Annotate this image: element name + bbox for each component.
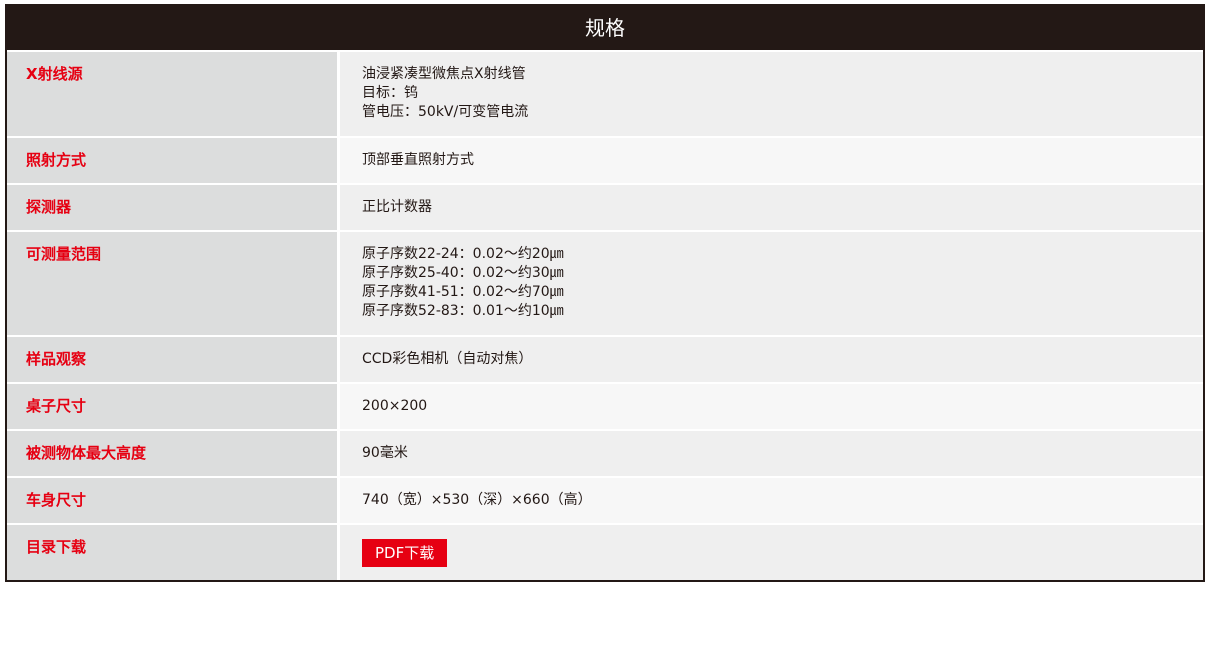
spec-value: 正比计数器 [340,185,1203,230]
spec-value: 200×200 [340,384,1203,429]
spec-value: CCD彩色相机（自动对焦） [340,337,1203,382]
spec-value-line: 管电压：50kV/可变管电流 [362,104,529,120]
spec-value: 740（宽）×530（深）×660（高） [340,478,1203,523]
spec-label: 被测物体最大高度 [7,431,340,476]
spec-row-irradiation: 照射方式 顶部垂直照射方式 [7,136,1203,183]
spec-row-xray-source: X射线源 油浸紧凑型微焦点X射线管 目标：钨 管电压：50kV/可变管电流 [7,50,1203,136]
spec-label: 探测器 [7,185,340,230]
pdf-download-button[interactable]: PDF下载 [362,539,448,567]
spec-row-detector: 探测器 正比计数器 [7,183,1203,230]
spec-value-line: 740（宽）×530（深）×660（高） [362,492,592,508]
spec-value-line: 顶部垂直照射方式 [362,152,474,168]
spec-row-max-height: 被测物体最大高度 90毫米 [7,429,1203,476]
spec-value-line: 正比计数器 [362,199,432,215]
spec-value: PDF下载 [340,525,1203,580]
spec-row-body-size: 车身尺寸 740（宽）×530（深）×660（高） [7,476,1203,523]
spec-value: 90毫米 [340,431,1203,476]
spec-value-line: CCD彩色相机（自动对焦） [362,351,533,367]
spec-value: 原子序数22-24：0.02～约20㎛ 原子序数25-40：0.02～约30㎛ … [340,232,1203,335]
spec-value-line: 原子序数41-51：0.02～约70㎛ [362,284,564,300]
spec-label: 目录下载 [7,525,340,580]
spec-row-sample-observation: 样品观察 CCD彩色相机（自动对焦） [7,335,1203,382]
spec-label: 车身尺寸 [7,478,340,523]
spec-label: 可测量范围 [7,232,340,335]
spec-value-line: 油浸紧凑型微焦点X射线管 [362,66,526,82]
spec-value-line: 原子序数52-83：0.01～约10㎛ [362,303,564,319]
spec-value-line: 原子序数22-24：0.02～约20㎛ [362,246,564,262]
spec-label: 桌子尺寸 [7,384,340,429]
spec-value-line: 目标：钨 [362,85,418,101]
spec-value-line: 90毫米 [362,445,408,461]
spec-label: 照射方式 [7,138,340,183]
spec-label: X射线源 [7,52,340,136]
spec-table: 规格 X射线源 油浸紧凑型微焦点X射线管 目标：钨 管电压：50kV/可变管电流… [5,4,1205,582]
spec-row-catalog-download: 目录下载 PDF下载 [7,523,1203,580]
spec-value-line: 200×200 [362,398,428,414]
spec-value: 油浸紧凑型微焦点X射线管 目标：钨 管电压：50kV/可变管电流 [340,52,1203,136]
spec-row-table-size: 桌子尺寸 200×200 [7,382,1203,429]
spec-value: 顶部垂直照射方式 [340,138,1203,183]
spec-table-header: 规格 [7,6,1203,50]
spec-value-line: 原子序数25-40：0.02～约30㎛ [362,265,564,281]
spec-label: 样品观察 [7,337,340,382]
spec-row-measurable-range: 可测量范围 原子序数22-24：0.02～约20㎛ 原子序数25-40：0.02… [7,230,1203,335]
